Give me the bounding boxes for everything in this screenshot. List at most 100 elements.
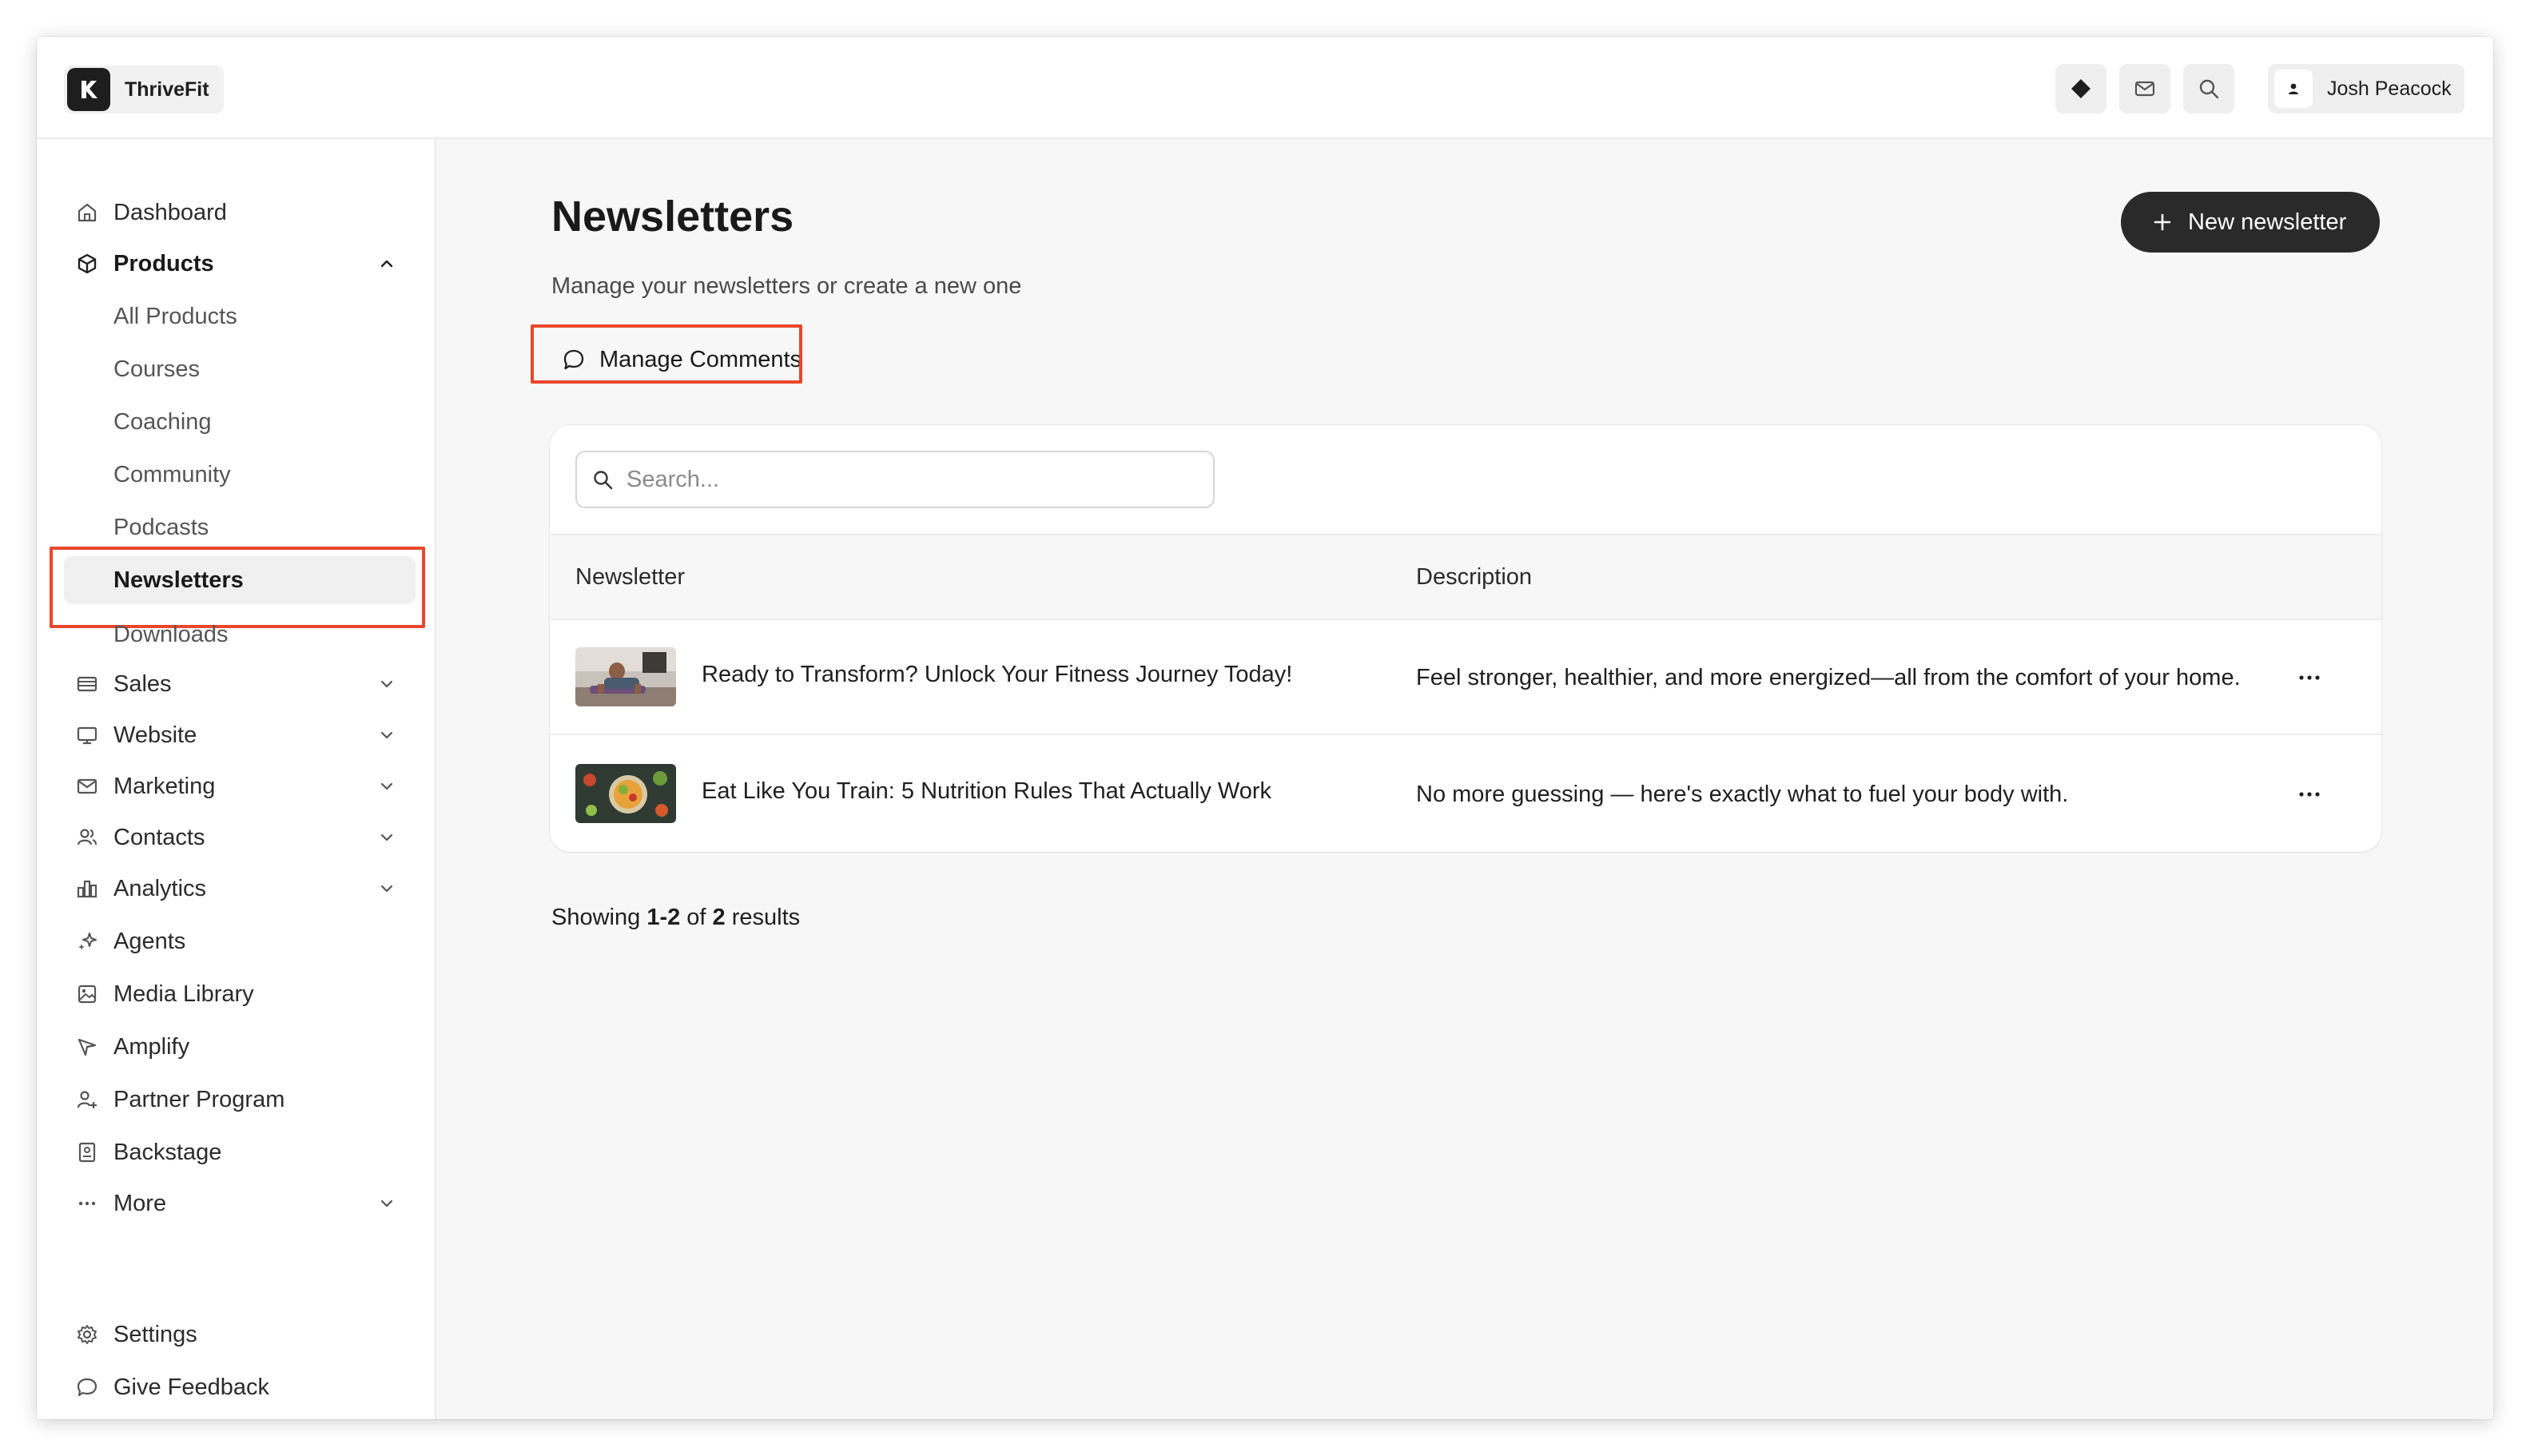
sidebar-item-label: Partner Program xyxy=(113,1086,285,1112)
avatar xyxy=(2274,70,2313,108)
sidebar-item-label: Analytics xyxy=(113,875,207,901)
mail-icon xyxy=(2134,81,2155,97)
row-actions-icon[interactable] xyxy=(2293,665,2325,690)
sidebar-item-label: Dashboard xyxy=(113,199,227,225)
page-title: Newsletters xyxy=(551,193,794,241)
results-suffix: results xyxy=(731,905,801,930)
sidebar-subitem-label: Podcasts xyxy=(113,514,209,540)
sidebar-item-backstage[interactable]: Backstage xyxy=(37,1130,436,1175)
gear-icon xyxy=(75,1323,99,1347)
sidebar-item-sales[interactable]: Sales xyxy=(37,662,436,706)
plus-icon xyxy=(2151,211,2174,233)
sidebar-item-give-feedback[interactable]: Give Feedback xyxy=(37,1365,436,1410)
search-icon xyxy=(2199,79,2219,99)
newsletters-table-card: Newsletter Description Ready to Transfor… xyxy=(550,425,2381,852)
sidebar-item-more[interactable]: More xyxy=(37,1181,436,1226)
backstage-icon xyxy=(75,1140,99,1164)
more-dots-icon xyxy=(75,1191,99,1215)
newsletter-thumbnail xyxy=(575,764,676,823)
box-icon xyxy=(75,252,99,276)
diamond-button[interactable] xyxy=(2055,64,2106,113)
row-actions-icon[interactable] xyxy=(2293,782,2325,807)
user-icon xyxy=(2289,83,2298,94)
chevron-down-icon[interactable] xyxy=(376,826,398,849)
chevron-down-icon[interactable] xyxy=(376,775,398,798)
sidebar-subitem-label: Newsletters xyxy=(113,567,244,593)
chevron-down-icon[interactable] xyxy=(376,724,398,746)
sidebar-subitem-courses[interactable]: Courses xyxy=(64,345,416,393)
sidebar-subitem-all-products[interactable]: All Products xyxy=(64,292,416,340)
sidebar-item-products[interactable]: Products xyxy=(37,241,436,286)
sidebar-item-dashboard[interactable]: Dashboard xyxy=(37,190,436,235)
results-prefix: Showing xyxy=(551,905,641,930)
results-of: of xyxy=(686,905,706,930)
users-icon xyxy=(75,825,99,849)
sidebar-item-media-library[interactable]: Media Library xyxy=(37,972,436,1016)
sidebar-item-label: Backstage xyxy=(113,1139,222,1165)
column-header-newsletter[interactable]: Newsletter xyxy=(575,564,685,591)
sidebar-item-label: Contacts xyxy=(113,824,205,850)
sidebar-item-label: Media Library xyxy=(113,981,254,1007)
top-bar: ThriveFit Josh Peacock xyxy=(37,37,2493,139)
mail-icon xyxy=(75,774,99,798)
results-total: 2 xyxy=(712,905,726,930)
sidebar-subitem-podcasts[interactable]: Podcasts xyxy=(64,503,416,551)
sidebar-subitem-label: Downloads xyxy=(113,621,229,647)
new-newsletter-label: New newsletter xyxy=(2188,209,2347,235)
user-menu-button[interactable]: Josh Peacock xyxy=(2268,64,2464,113)
chevron-down-icon[interactable] xyxy=(376,1192,398,1215)
page-subtitle: Manage your newsletters or create a new … xyxy=(551,273,1022,299)
chevron-down-icon[interactable] xyxy=(376,673,398,695)
sidebar-item-label: Website xyxy=(113,722,197,748)
sidebar: Dashboard Products All Products Courses … xyxy=(37,139,436,1419)
user-plus-icon xyxy=(75,1088,99,1112)
sidebar-item-marketing[interactable]: Marketing xyxy=(37,764,436,809)
manage-comments-label: Manage Comments xyxy=(599,346,802,372)
results-range: 1-2 xyxy=(646,905,681,930)
sidebar-item-settings[interactable]: Settings xyxy=(37,1312,436,1357)
new-newsletter-button[interactable]: New newsletter xyxy=(2121,192,2380,253)
chevron-up-icon[interactable] xyxy=(376,253,398,275)
sidebar-item-label: More xyxy=(113,1190,167,1216)
sidebar-item-partner-program[interactable]: Partner Program xyxy=(37,1077,436,1122)
home-icon xyxy=(75,201,99,225)
sidebar-subitem-newsletters[interactable]: Newsletters xyxy=(64,556,416,604)
chat-bubble-icon xyxy=(75,1375,99,1399)
search-input[interactable] xyxy=(627,466,1186,493)
sidebar-item-contacts[interactable]: Contacts xyxy=(37,815,436,860)
sidebar-subitem-community[interactable]: Community xyxy=(64,451,416,499)
sidebar-item-agents[interactable]: Agents xyxy=(37,919,436,964)
diamond-icon xyxy=(2071,79,2090,98)
bar-chart-icon xyxy=(75,877,99,901)
card-icon xyxy=(75,672,99,696)
sidebar-item-amplify[interactable]: Amplify xyxy=(37,1024,436,1069)
inbox-button[interactable] xyxy=(2119,64,2170,113)
brand-name: ThriveFit xyxy=(125,78,209,101)
sidebar-item-analytics[interactable]: Analytics xyxy=(37,866,436,911)
sidebar-item-label: Amplify xyxy=(113,1033,190,1060)
sidebar-item-website[interactable]: Website xyxy=(37,713,436,758)
sparkles-icon xyxy=(75,929,99,953)
sidebar-subitem-label: Community xyxy=(113,461,231,487)
search-button[interactable] xyxy=(2183,64,2234,113)
newsletter-title[interactable]: Ready to Transform? Unlock Your Fitness … xyxy=(702,662,1292,688)
sidebar-subitem-downloads[interactable]: Downloads xyxy=(64,611,416,658)
table-row[interactable]: Ready to Transform? Unlock Your Fitness … xyxy=(550,620,2381,735)
sidebar-item-label: Settings xyxy=(113,1321,197,1347)
monitor-icon xyxy=(75,723,99,747)
manage-comments-button[interactable]: Manage Comments xyxy=(550,331,820,388)
brand-switcher[interactable]: ThriveFit xyxy=(64,66,224,113)
chevron-down-icon[interactable] xyxy=(376,877,398,900)
send-icon xyxy=(75,1035,99,1059)
brand-logo-icon xyxy=(67,68,110,111)
sidebar-subitem-label: Coaching xyxy=(113,408,212,435)
column-header-description[interactable]: Description xyxy=(1416,564,1532,591)
sidebar-subitem-coaching[interactable]: Coaching xyxy=(64,398,416,446)
table-row[interactable]: Eat Like You Train: 5 Nutrition Rules Th… xyxy=(550,737,2381,852)
sidebar-item-label: Agents xyxy=(113,928,186,954)
newsletter-description: No more guessing — here's exactly what t… xyxy=(1416,782,2069,807)
table-header: Newsletter Description xyxy=(550,534,2381,620)
newsletter-title[interactable]: Eat Like You Train: 5 Nutrition Rules Th… xyxy=(702,778,1271,805)
sidebar-item-label: Products xyxy=(113,250,214,276)
search-field[interactable] xyxy=(575,451,1215,508)
